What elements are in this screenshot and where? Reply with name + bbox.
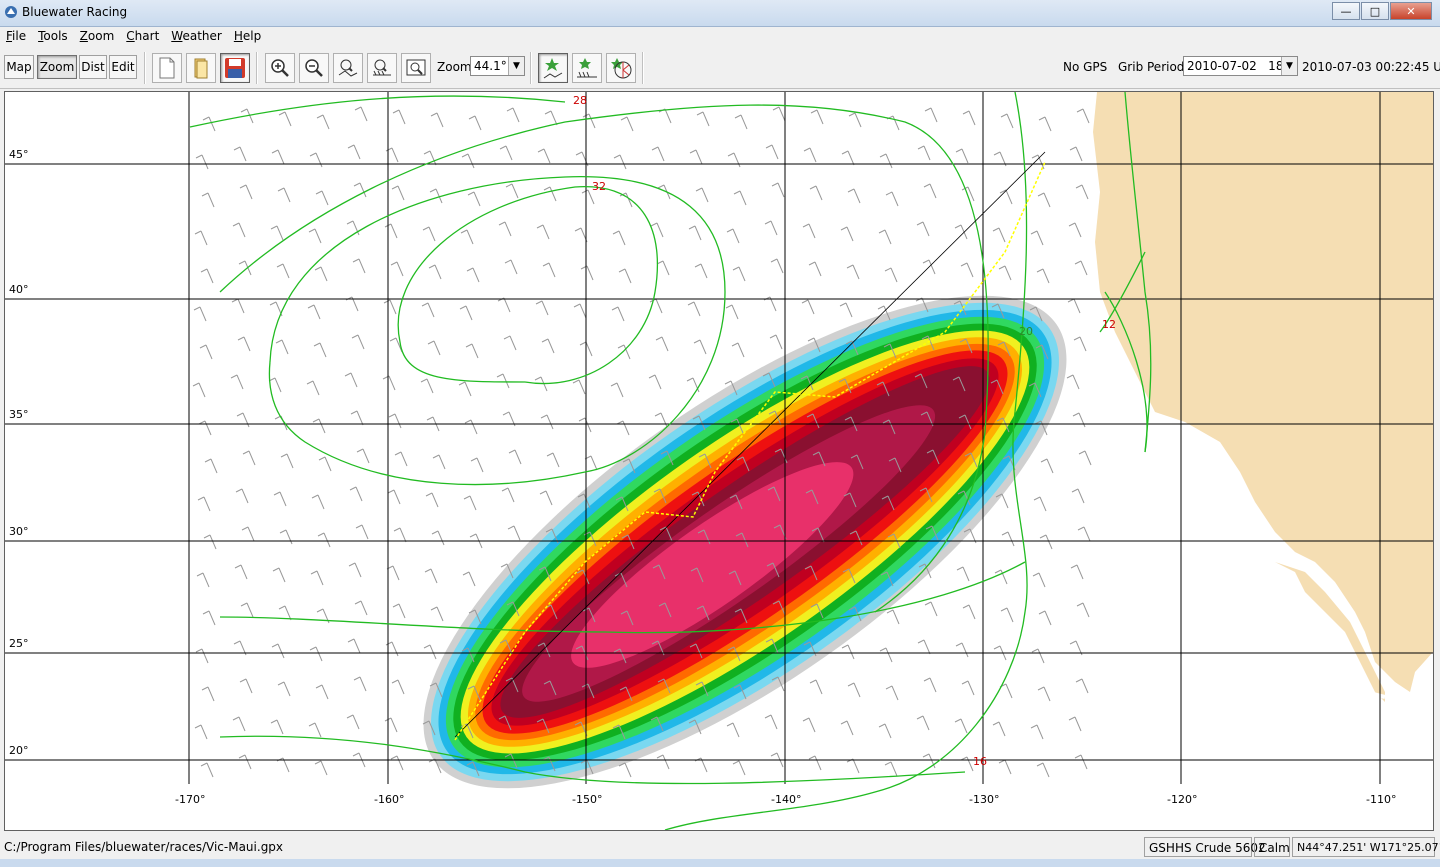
menu-help[interactable]: Help xyxy=(228,27,267,47)
route-star-button[interactable] xyxy=(538,53,568,83)
title-bar: Bluewater Racing — □ ✕ xyxy=(0,0,1440,27)
wind-zoom-button[interactable] xyxy=(367,53,397,83)
zoom-in-button[interactable] xyxy=(265,53,295,83)
gps-status: No GPS xyxy=(1063,60,1108,74)
route-zoom-icon xyxy=(338,59,358,77)
zoom-out-icon xyxy=(305,59,323,77)
file-path: C:/Program Files/bluewater/races/Vic-Mau… xyxy=(4,840,284,854)
close-button[interactable]: ✕ xyxy=(1390,2,1432,20)
map-canvas[interactable]: 45° 40° 35° 30° 25° 20° -170° -160° -150… xyxy=(5,92,1433,830)
maximize-button[interactable]: □ xyxy=(1361,2,1389,20)
lon-label-130: -130° xyxy=(969,793,999,806)
window-title: Bluewater Racing xyxy=(22,5,128,19)
minimize-button[interactable]: — xyxy=(1332,2,1360,20)
route-zoom-button[interactable] xyxy=(333,53,363,83)
lon-label-170: -170° xyxy=(175,793,205,806)
grib-period-select[interactable]: 2010-07-02 18 Z ▼ xyxy=(1183,56,1298,76)
zoom-in-icon xyxy=(271,59,289,77)
status-bar: C:/Program Files/bluewater/races/Vic-Mau… xyxy=(0,835,1440,859)
wind-star-icon xyxy=(577,58,597,78)
app-icon xyxy=(5,6,17,18)
open-file-icon xyxy=(194,58,208,79)
lat-label-20: 20° xyxy=(9,744,29,757)
route-forecast-envelope xyxy=(423,295,1067,789)
isobar-label: 28 xyxy=(573,94,587,107)
dist-mode-button[interactable]: Dist xyxy=(79,55,107,79)
polar-star-button[interactable] xyxy=(606,53,636,83)
isobar-label: 16 xyxy=(973,755,987,768)
window-border xyxy=(0,859,1440,867)
lon-label-120: -120° xyxy=(1167,793,1197,806)
new-file-icon xyxy=(159,57,175,79)
wind-zoom-icon xyxy=(373,59,391,76)
menu-weather[interactable]: Weather xyxy=(165,27,228,47)
menu-zoom[interactable]: Zoom xyxy=(74,27,121,47)
isobar-label: 20 xyxy=(1019,325,1033,338)
lat-label-45: 45° xyxy=(9,148,29,161)
menu-file[interactable]: File xyxy=(0,27,32,47)
menu-chart[interactable]: Chart xyxy=(120,27,165,47)
save-icon xyxy=(225,58,245,78)
fit-zoom-icon xyxy=(406,59,426,76)
lon-label-150: -150° xyxy=(572,793,602,806)
edit-mode-button[interactable]: Edit xyxy=(109,55,137,79)
zoom-select[interactable]: 44.1° ▼ xyxy=(470,56,525,76)
coastline-status: GSHHS Crude 5602 xyxy=(1144,837,1266,857)
menu-bar: File Tools Zoom Chart Weather Help xyxy=(0,27,1440,47)
cursor-position: N44°47.251' W171°25.071' xyxy=(1292,837,1440,857)
polar-star-icon xyxy=(611,58,632,79)
lat-label-25: 25° xyxy=(9,637,29,650)
lon-label-110: -110° xyxy=(1366,793,1396,806)
map-mode-button[interactable]: Map xyxy=(4,55,34,79)
fit-zoom-button[interactable] xyxy=(401,53,431,83)
utc-time: 2010-07-03 00:22:45 UTC xyxy=(1302,60,1440,74)
route-star-icon xyxy=(543,58,563,79)
grib-periods-label: Grib Periods xyxy=(1118,60,1191,74)
lat-label-40: 40° xyxy=(9,283,29,296)
chevron-down-icon: ▼ xyxy=(508,57,524,75)
lon-label-160: -160° xyxy=(374,793,404,806)
save-button[interactable] xyxy=(220,53,250,83)
chevron-down-icon: ▼ xyxy=(1281,57,1297,75)
new-file-button[interactable] xyxy=(152,53,182,83)
wind-star-button[interactable] xyxy=(572,53,602,83)
lat-label-35: 35° xyxy=(9,408,29,421)
zoom-label: Zoom xyxy=(437,60,472,74)
lon-label-140: -140° xyxy=(771,793,801,806)
isobar-label: 32 xyxy=(592,180,606,193)
open-file-button[interactable] xyxy=(186,53,216,83)
zoom-mode-button[interactable]: Zoom xyxy=(37,55,77,79)
toolbar: Map Zoom Dist Edit Zoom 44.1° ▼ No GPS G… xyxy=(0,48,1440,89)
chart-map[interactable]: 45° 40° 35° 30° 25° 20° -170° -160° -150… xyxy=(4,91,1434,831)
isobar-label: 12 xyxy=(1102,318,1116,331)
zoom-out-button[interactable] xyxy=(299,53,329,83)
menu-tools[interactable]: Tools xyxy=(32,27,74,47)
wind-status: Calm xyxy=(1254,837,1290,857)
lat-label-30: 30° xyxy=(9,525,29,538)
